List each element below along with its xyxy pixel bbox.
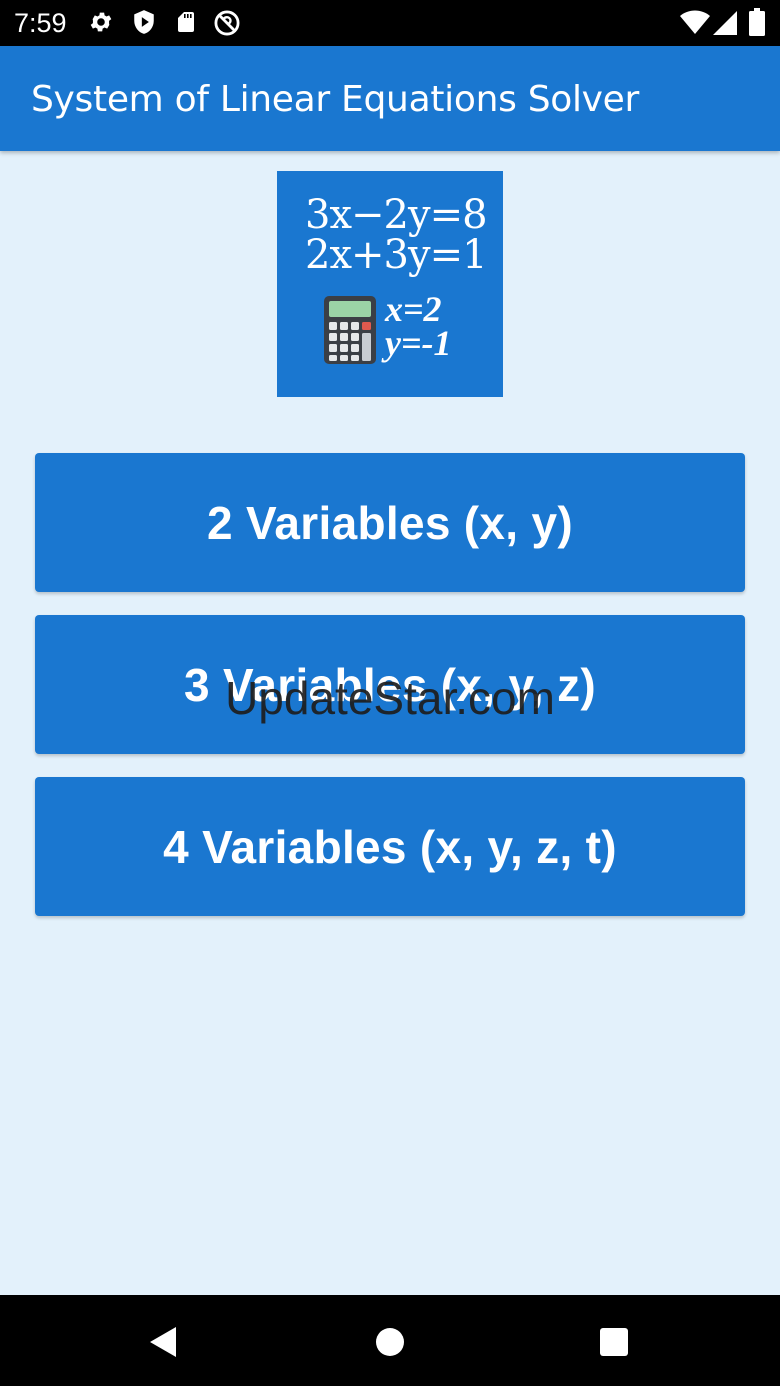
app-bar: System of Linear Equations Solver bbox=[0, 46, 780, 151]
sd-card-icon bbox=[174, 9, 198, 40]
status-bar: 7:59 bbox=[0, 0, 780, 46]
calculator-icon bbox=[323, 295, 377, 370]
logo-equation-2: 2x+3y=1 bbox=[305, 232, 488, 278]
logo-solution-x: x=2 bbox=[385, 289, 442, 329]
gear-icon bbox=[88, 9, 114, 40]
logo-solution-y: y=-1 bbox=[385, 323, 452, 363]
battery-icon bbox=[749, 8, 765, 41]
three-variables-button[interactable]: 3 Variables (x, y, z) bbox=[35, 615, 745, 754]
recents-icon[interactable] bbox=[589, 1317, 639, 1367]
shield-play-icon bbox=[131, 9, 157, 40]
signal-icon bbox=[713, 10, 739, 41]
two-variables-button[interactable]: 2 Variables (x, y) bbox=[35, 453, 745, 592]
dnd-icon bbox=[213, 9, 241, 42]
home-icon[interactable] bbox=[365, 1317, 415, 1367]
app-logo: 3x−2y=8 2x+3y=1 x=2 y=-1 bbox=[277, 171, 503, 397]
wifi-icon bbox=[680, 10, 710, 41]
nav-bar bbox=[0, 1295, 780, 1386]
app-title: System of Linear Equations Solver bbox=[31, 79, 640, 120]
status-time: 7:59 bbox=[14, 8, 67, 38]
four-variables-button[interactable]: 4 Variables (x, y, z, t) bbox=[35, 777, 745, 916]
back-icon[interactable] bbox=[138, 1317, 188, 1367]
logo-equation-1: 3x−2y=8 bbox=[305, 192, 488, 238]
